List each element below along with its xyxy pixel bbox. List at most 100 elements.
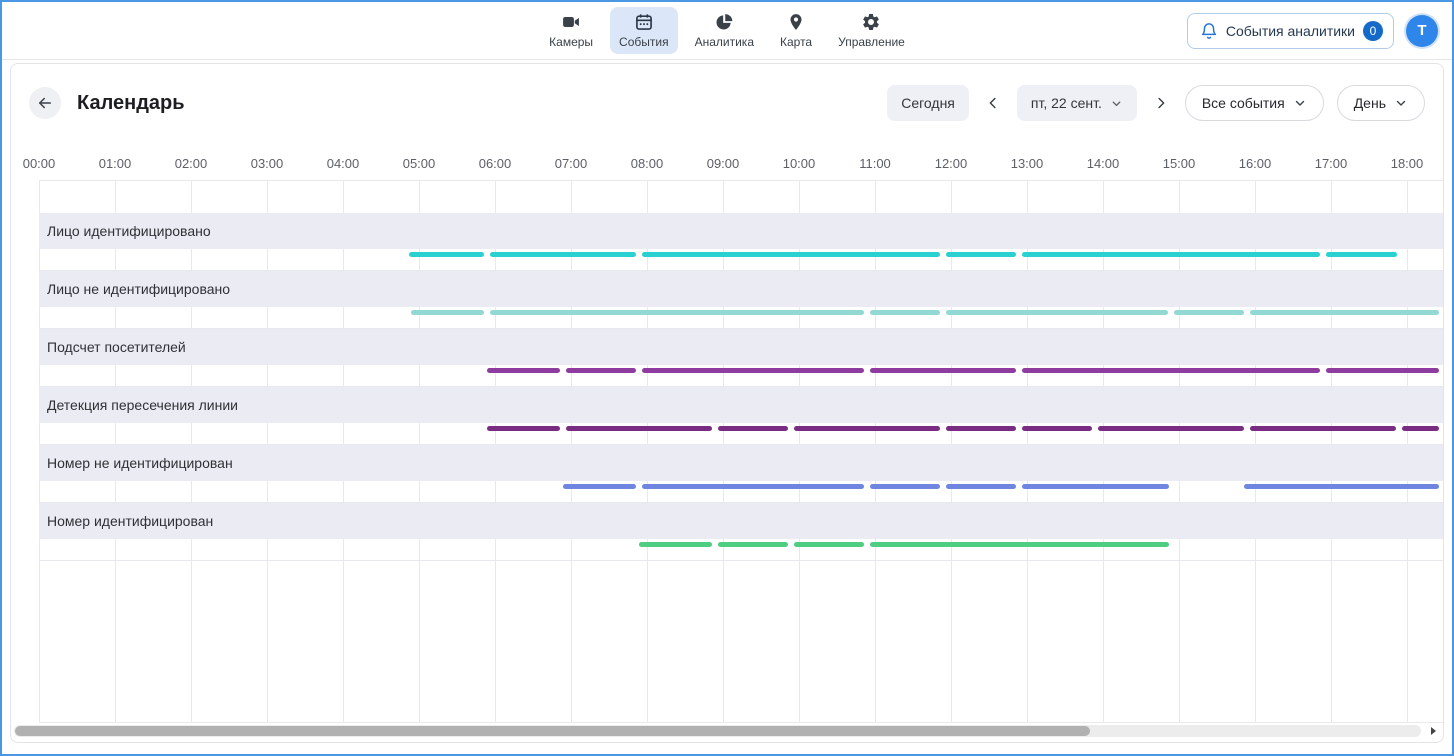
hour-label: 10:00	[783, 156, 816, 171]
row-label-band: Номер не идентифицирован	[39, 445, 1443, 481]
event-segment[interactable]	[490, 310, 864, 315]
hour-label: 04:00	[327, 156, 360, 171]
row-label-band: Лицо идентифицировано	[39, 213, 1443, 249]
scrollbar-thumb[interactable]	[15, 726, 1090, 736]
row-label: Лицо идентифицировано	[47, 223, 211, 239]
event-segment[interactable]	[870, 310, 940, 315]
event-segment[interactable]	[1098, 426, 1244, 431]
event-segment[interactable]	[563, 484, 635, 489]
event-segment[interactable]	[1022, 426, 1092, 431]
chevron-right-icon	[1152, 94, 1170, 112]
calendar-header: Календарь Сегодня пт, 22 сент. Все со	[11, 64, 1443, 142]
row-label-band: Детекция пересечения линии	[39, 387, 1443, 423]
horizontal-scrollbar[interactable]	[14, 725, 1421, 737]
event-segment[interactable]	[1250, 310, 1439, 315]
row-label: Детекция пересечения линии	[47, 397, 238, 413]
event-segment[interactable]	[411, 310, 483, 315]
camera-icon	[561, 12, 581, 32]
event-segment[interactable]	[946, 484, 1016, 489]
event-segment[interactable]	[870, 368, 1016, 373]
scroll-right-arrow[interactable]	[1429, 727, 1437, 735]
date-dropdown[interactable]: пт, 22 сент.	[1017, 85, 1137, 121]
event-segment[interactable]	[1326, 368, 1439, 373]
time-axis: 00:0001:0002:0003:0004:0005:0006:0007:00…	[11, 142, 1443, 180]
bell-icon	[1200, 22, 1218, 40]
settings-icon	[861, 12, 881, 32]
event-segment[interactable]	[642, 252, 940, 257]
hour-label: 00:00	[23, 156, 56, 171]
event-segment[interactable]	[718, 426, 788, 431]
hour-label: 15:00	[1163, 156, 1196, 171]
grid-empty-area	[39, 561, 1443, 723]
event-segment[interactable]	[566, 426, 712, 431]
event-segment[interactable]	[409, 252, 483, 257]
event-segment[interactable]	[566, 368, 636, 373]
nav-item-analytics[interactable]: Аналитика	[686, 7, 763, 54]
analytics-events-badge: 0	[1363, 21, 1383, 41]
event-segment[interactable]	[1244, 484, 1439, 489]
event-segment[interactable]	[642, 484, 864, 489]
event-segment[interactable]	[946, 426, 1016, 431]
nav-item-management[interactable]: Управление	[829, 7, 914, 54]
hour-label: 05:00	[403, 156, 436, 171]
nav-item-cameras[interactable]: Камеры	[540, 7, 602, 54]
timeline-rows: Лицо идентифицировано Лицо не идентифицир…	[39, 213, 1443, 561]
event-segment[interactable]	[639, 542, 711, 547]
row-track	[39, 249, 1443, 271]
row-track	[39, 539, 1443, 561]
hour-label: 09:00	[707, 156, 740, 171]
back-button[interactable]	[29, 87, 61, 119]
hour-label: 11:00	[859, 156, 891, 171]
view-dropdown[interactable]: День	[1337, 85, 1425, 121]
nav-label-events: События	[619, 35, 669, 49]
event-segment[interactable]	[1174, 310, 1244, 315]
main-nav: Камеры События Аналитика Карта Управлени…	[540, 7, 914, 54]
analytics-events-button[interactable]: События аналитики 0	[1187, 13, 1394, 49]
event-segment[interactable]	[946, 252, 1016, 257]
row-track	[39, 307, 1443, 329]
hour-label: 13:00	[1011, 156, 1044, 171]
hour-label: 16:00	[1239, 156, 1272, 171]
event-segment[interactable]	[487, 368, 559, 373]
event-segment[interactable]	[1402, 426, 1439, 431]
row-track	[39, 481, 1443, 503]
row-track	[39, 423, 1443, 445]
event-segment[interactable]	[1022, 368, 1320, 373]
nav-label-management: Управление	[838, 35, 905, 49]
hour-label: 18:00	[1391, 156, 1424, 171]
avatar[interactable]: T	[1406, 15, 1438, 47]
event-segment[interactable]	[718, 542, 788, 547]
row-label: Подсчет посетителей	[47, 339, 186, 355]
event-segment[interactable]	[870, 484, 940, 489]
event-segment[interactable]	[1326, 252, 1397, 257]
row-label: Номер не идентифицирован	[47, 455, 233, 471]
topbar-right: События аналитики 0 T	[1187, 13, 1438, 49]
event-segment[interactable]	[794, 426, 940, 431]
event-segment[interactable]	[487, 426, 559, 431]
event-segment[interactable]	[1022, 252, 1320, 257]
hour-label: 06:00	[479, 156, 512, 171]
event-segment[interactable]	[870, 542, 1169, 547]
today-button[interactable]: Сегодня	[887, 85, 969, 121]
chevron-left-icon	[984, 94, 1002, 112]
event-segment[interactable]	[1250, 426, 1396, 431]
row-label: Лицо не идентифицировано	[47, 281, 230, 297]
hour-label: 01:00	[99, 156, 132, 171]
event-segment[interactable]	[490, 252, 636, 257]
nav-item-map[interactable]: Карта	[771, 7, 821, 54]
event-segment[interactable]	[946, 310, 1168, 315]
nav-item-events[interactable]: События	[610, 7, 678, 54]
next-day-button[interactable]	[1150, 92, 1172, 114]
calendar-panel: Календарь Сегодня пт, 22 сент. Все со	[10, 63, 1444, 743]
view-label: День	[1354, 95, 1386, 111]
event-segment[interactable]	[794, 542, 864, 547]
chevron-down-icon	[1394, 96, 1408, 110]
event-filter-dropdown[interactable]: Все события	[1185, 85, 1324, 121]
row-label-band: Подсчет посетителей	[39, 329, 1443, 365]
calendar-controls: Сегодня пт, 22 сент. Все события	[887, 85, 1425, 121]
event-segment[interactable]	[1022, 484, 1169, 489]
app-window: { "topbar": { "nav": [ { "label": "Камер…	[0, 0, 1454, 756]
prev-day-button[interactable]	[982, 92, 1004, 114]
hour-label: 07:00	[555, 156, 588, 171]
event-segment[interactable]	[642, 368, 864, 373]
